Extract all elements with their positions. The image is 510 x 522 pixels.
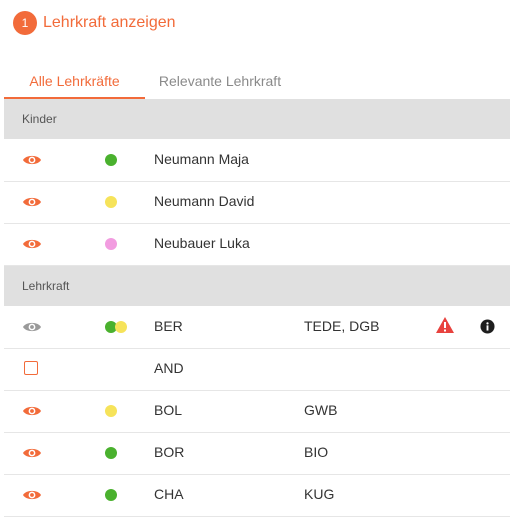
list-item: BOR BIO xyxy=(4,432,510,475)
row-name: BOL xyxy=(154,402,183,418)
status-dot xyxy=(105,489,117,501)
status-dot xyxy=(105,154,117,166)
row-subjects: KUG xyxy=(304,486,335,502)
list-item: Neumann David xyxy=(4,181,510,224)
status-dots xyxy=(105,447,117,459)
status-dots xyxy=(105,489,117,501)
info-icon[interactable] xyxy=(480,319,495,334)
section-title: Kinder xyxy=(22,112,57,126)
list-item: Neumann Maja xyxy=(4,139,510,182)
eye-icon[interactable] xyxy=(22,404,42,418)
status-dots xyxy=(105,238,117,250)
eye-icon[interactable] xyxy=(22,446,42,460)
status-dots xyxy=(105,321,127,333)
row-name: Neumann Maja xyxy=(154,151,249,167)
section-title: Lehrkraft xyxy=(22,279,70,293)
row-name: BER xyxy=(154,318,183,334)
eye-icon[interactable] xyxy=(22,195,42,209)
section-header-lehrkraft: Lehrkraft xyxy=(4,266,510,306)
page-title: Lehrkraft anzeigen xyxy=(43,14,176,31)
row-subjects: BIO xyxy=(304,444,329,460)
row-subjects: GWB xyxy=(304,402,338,418)
warning-icon[interactable] xyxy=(435,316,455,334)
status-dot xyxy=(105,405,117,417)
status-dot xyxy=(105,447,117,459)
eye-icon[interactable] xyxy=(22,237,42,251)
list-item: CHA KUG xyxy=(4,474,510,517)
checkbox-icon[interactable] xyxy=(24,361,38,375)
eye-icon[interactable] xyxy=(22,488,42,502)
status-dots xyxy=(105,154,117,166)
tab-relevant-teacher[interactable]: Relevante Lehrkraft xyxy=(145,64,295,97)
status-dot xyxy=(115,321,127,333)
list-item: BOL GWB xyxy=(4,390,510,433)
status-dot xyxy=(105,196,117,208)
eye-icon[interactable] xyxy=(22,153,42,167)
status-dots xyxy=(105,196,117,208)
status-dots xyxy=(105,405,117,417)
row-name: Neumann David xyxy=(154,193,255,209)
list-item: BER TEDE, DGB xyxy=(4,306,510,349)
page-header: 1 Lehrkraft anzeigen xyxy=(13,11,176,35)
row-subjects: TEDE, DGB xyxy=(304,318,380,334)
list-item: Neubauer Luka xyxy=(4,223,510,266)
list-item: AND xyxy=(4,348,510,391)
status-dot xyxy=(105,238,117,250)
row-name: BOR xyxy=(154,444,185,460)
tab-bar: Alle Lehrkräfte Relevante Lehrkraft xyxy=(4,64,510,100)
section-header-kinder: Kinder xyxy=(4,99,510,139)
eye-icon-inactive[interactable] xyxy=(22,320,42,334)
row-name: Neubauer Luka xyxy=(154,235,250,251)
row-name: AND xyxy=(154,360,184,376)
tab-all-teachers[interactable]: Alle Lehrkräfte xyxy=(4,64,145,99)
row-name: CHA xyxy=(154,486,184,502)
step-badge: 1 xyxy=(13,11,37,35)
